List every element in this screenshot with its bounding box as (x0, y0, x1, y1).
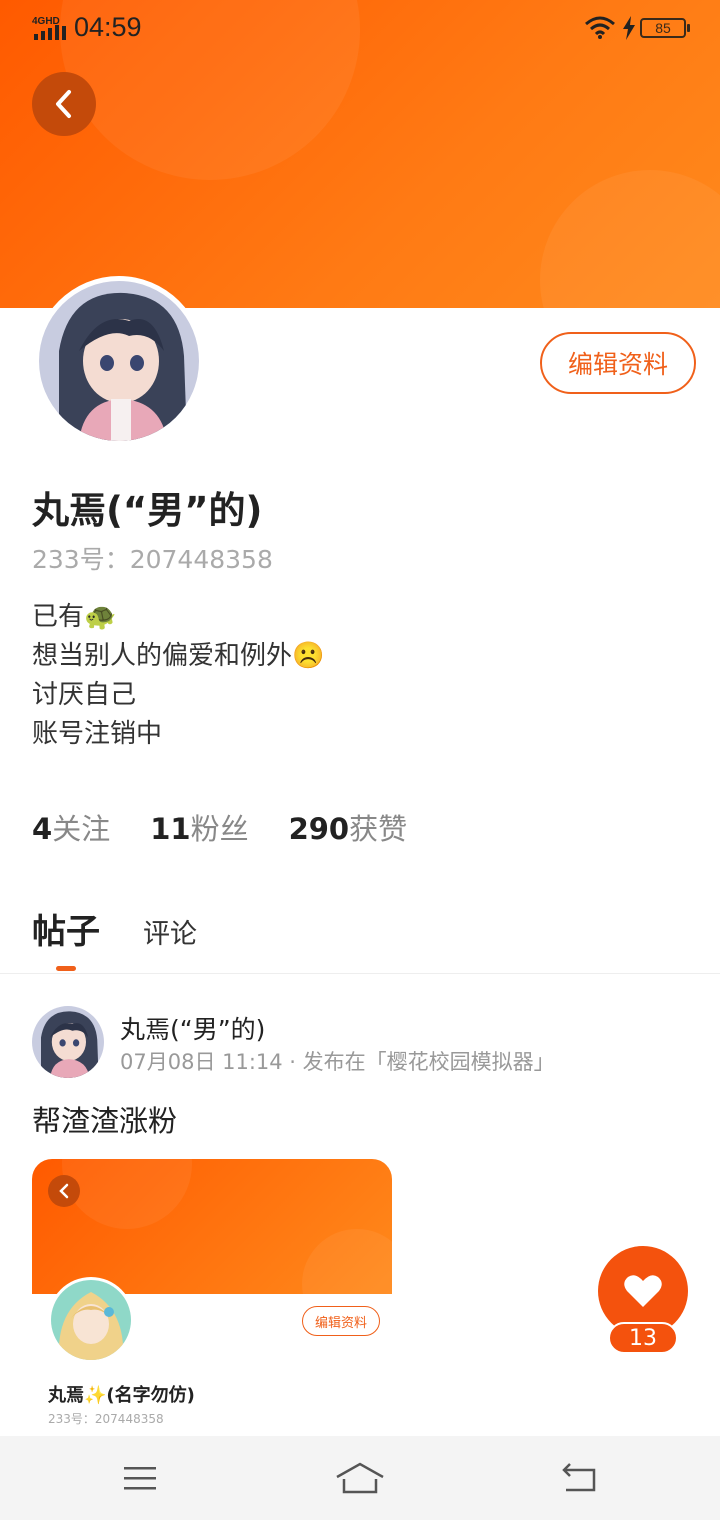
profile-banner: 4GHD 04:59 85 (0, 0, 720, 308)
banner-decoration (62, 1159, 192, 1229)
bio-line: 已有🐢 (32, 602, 117, 632)
back-button[interactable] (32, 72, 96, 136)
bio-line: 讨厌自己 (32, 680, 137, 710)
profile-avatar[interactable] (34, 276, 204, 446)
signal-icon: 4GHD (32, 16, 66, 40)
bio-line: 账号注销中 (32, 719, 163, 749)
post-text: 帮渣渣涨粉 (32, 1104, 178, 1138)
battery-icon: 85 (640, 18, 690, 38)
stat-followers[interactable]: 11粉丝 (150, 806, 248, 848)
post-image-preview[interactable]: 编辑资料 丸焉✨(名字勿仿) 233号：207448358 (32, 1159, 392, 1449)
banner-decoration (540, 170, 720, 308)
edit-profile-button[interactable]: 编辑资料 (540, 332, 696, 394)
stat-likes[interactable]: 290获赞 (289, 806, 408, 848)
menu-button[interactable] (110, 1456, 170, 1500)
post-author-avatar[interactable] (32, 1006, 104, 1078)
stat-label: 关注 (52, 812, 111, 846)
chevron-left-icon (56, 90, 71, 118)
profile-name: 丸焉(“男”的) (32, 489, 263, 532)
preview-banner (32, 1159, 392, 1294)
status-bar: 4GHD 04:59 85 (0, 0, 720, 56)
stat-label: 获赞 (349, 812, 408, 846)
back-nav-button[interactable] (550, 1456, 610, 1500)
status-time: 04:59 (74, 12, 142, 42)
preview-edit-label: 编辑资料 (302, 1306, 380, 1336)
wifi-icon (585, 16, 615, 39)
tab-active-indicator (56, 966, 76, 971)
profile-stats: 4关注 11粉丝 290获赞 (32, 806, 407, 848)
home-button[interactable] (330, 1456, 390, 1500)
profile-uid: 233号：207448358 (32, 545, 273, 574)
preview-back-icon (48, 1175, 80, 1207)
avatar-image (51, 1280, 131, 1360)
preview-avatar (48, 1277, 134, 1363)
tab-posts[interactable]: 帖子 (32, 904, 100, 953)
charging-icon (623, 16, 635, 40)
heart-icon (624, 1275, 662, 1307)
post-meta: 07月08日 11:14 · 发布在「樱花校园模拟器」 (120, 1050, 555, 1074)
profile-bio: 已有🐢 想当别人的偏爱和例外☹️ 讨厌自己 账号注销中 (32, 598, 324, 754)
banner-decoration (302, 1229, 392, 1294)
avatar-image (39, 281, 199, 441)
stat-number: 4 (32, 812, 53, 846)
stat-label: 粉丝 (190, 812, 249, 846)
tab-comments[interactable]: 评论 (143, 912, 197, 951)
preview-name: 丸焉✨(名字勿仿) (48, 1385, 195, 1406)
profile-tabs: 帖子 评论 (0, 900, 720, 974)
chevron-left-icon (59, 1183, 69, 1199)
preview-uid: 233号：207448358 (48, 1412, 164, 1426)
bio-line: 想当别人的偏爱和例外☹️ (32, 641, 325, 671)
menu-icon (124, 1467, 156, 1490)
stat-following[interactable]: 4关注 (32, 806, 110, 848)
system-nav-bar (0, 1436, 720, 1520)
return-icon (562, 1463, 596, 1492)
stat-number: 290 (288, 812, 350, 846)
like-count: 13 (608, 1322, 678, 1354)
post-author-name[interactable]: 丸焉(“男”的) (120, 1010, 265, 1046)
home-icon (336, 1462, 384, 1494)
stat-number: 11 (150, 812, 191, 846)
